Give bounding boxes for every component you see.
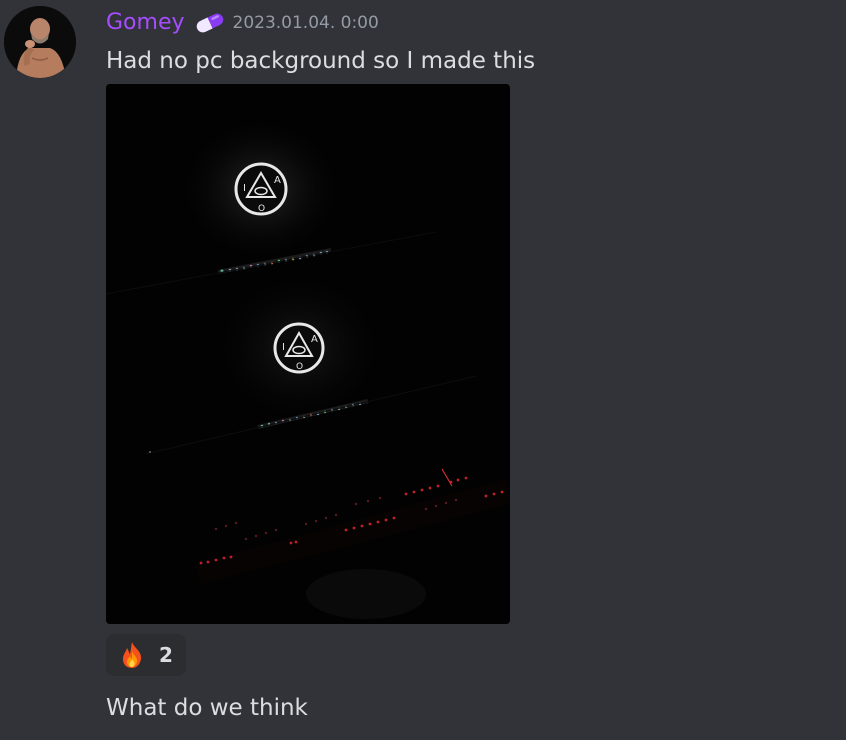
svg-text:I: I xyxy=(282,342,285,353)
svg-text:A: A xyxy=(311,334,318,345)
svg-text:O: O xyxy=(258,204,265,214)
user-avatar[interactable] xyxy=(4,6,76,78)
message-header: Gomey 2023.01.04. 0:00 xyxy=(106,8,379,38)
attachment-image: I A O I A O xyxy=(106,84,510,624)
svg-text:O: O xyxy=(296,362,303,372)
fire-emoji-icon xyxy=(117,640,147,670)
image-attachment[interactable]: I A O I A O xyxy=(106,84,510,624)
svg-text:I: I xyxy=(243,183,246,194)
svg-text:A: A xyxy=(274,175,281,186)
symbol-icon: I A O xyxy=(273,322,325,374)
avatar-image xyxy=(4,6,76,78)
pill-icon xyxy=(193,12,227,34)
chat-message: Gomey 2023.01.04. 0:00 Had no pc backgro… xyxy=(0,0,846,740)
message-text-2: What do we think xyxy=(106,695,308,721)
reaction-button[interactable]: 2 xyxy=(106,634,186,676)
username[interactable]: Gomey xyxy=(106,8,185,38)
timestamp: 2023.01.04. 0:00 xyxy=(232,13,379,33)
message-text: Had no pc background so I made this xyxy=(106,48,536,74)
symbol-icon: I A O xyxy=(234,162,288,216)
reaction-count: 2 xyxy=(159,643,173,667)
